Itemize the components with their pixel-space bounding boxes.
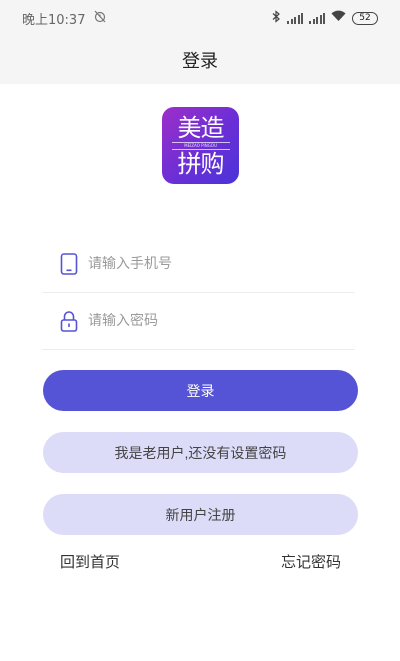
- old-user-set-password-button[interactable]: 我是老用户,还没有设置密码: [43, 432, 358, 473]
- back-to-home-link[interactable]: 回到首页: [60, 551, 120, 572]
- status-bar: 晚上10:37 52: [0, 0, 400, 36]
- signal-hd-icon: [309, 12, 325, 24]
- status-time: 晚上10:37: [22, 12, 86, 28]
- wifi-icon: [331, 10, 346, 26]
- logo-line2: 拼购: [177, 149, 225, 178]
- password-input[interactable]: [88, 313, 328, 329]
- signal-icon: [287, 12, 303, 24]
- login-button[interactable]: 登录: [43, 370, 358, 411]
- bluetooth-icon: [272, 9, 281, 27]
- register-button[interactable]: 新用户注册: [43, 494, 358, 535]
- forgot-password-link[interactable]: 忘记密码: [281, 551, 341, 572]
- phone-field: [42, 236, 355, 293]
- lock-icon: [58, 309, 80, 333]
- status-bar-right: 52: [272, 9, 378, 27]
- phone-icon: [58, 252, 80, 276]
- status-bar-left: 晚上10:37: [22, 9, 107, 28]
- password-field: [42, 293, 355, 350]
- page-title: 登录: [182, 51, 218, 72]
- nav-bar: 登录: [0, 36, 400, 84]
- phone-input[interactable]: [88, 256, 328, 272]
- logo-line1: 美造: [177, 113, 225, 142]
- alarm-off-icon: [93, 9, 107, 27]
- logo-subtitle: MEIZAO PINGOU: [171, 141, 230, 150]
- battery-indicator: 52: [352, 11, 378, 25]
- app-logo: 美造 MEIZAO PINGOU 拼购: [162, 107, 239, 184]
